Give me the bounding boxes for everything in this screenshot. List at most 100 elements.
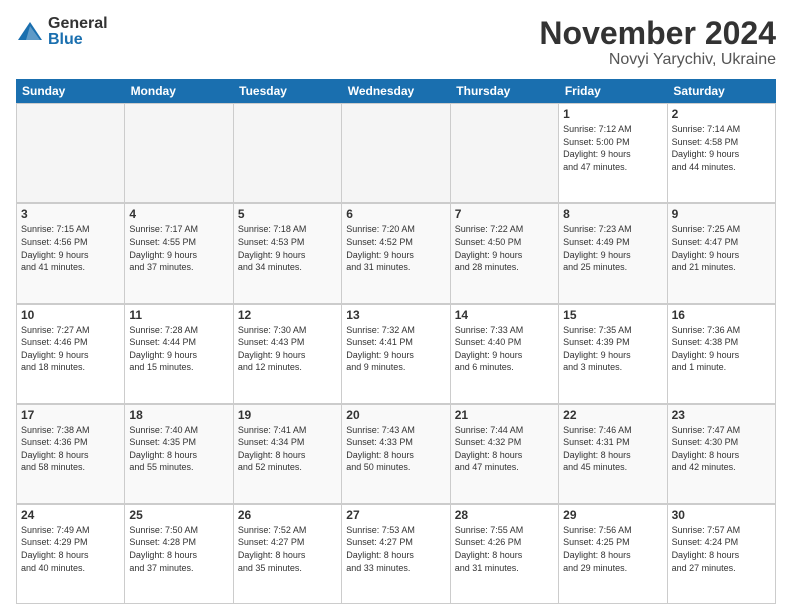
day-info: Sunrise: 7:15 AM Sunset: 4:56 PM Dayligh… bbox=[21, 223, 120, 273]
calendar-header: SundayMondayTuesdayWednesdayThursdayFrid… bbox=[16, 79, 776, 103]
calendar-cell: 3 Sunrise: 7:15 AM Sunset: 4:56 PM Daylig… bbox=[17, 204, 125, 303]
day-info: Sunrise: 7:44 AM Sunset: 4:32 PM Dayligh… bbox=[455, 424, 554, 474]
calendar-cell: 10 Sunrise: 7:27 AM Sunset: 4:46 PM Dayli… bbox=[17, 305, 125, 404]
day-info: Sunrise: 7:56 AM Sunset: 4:25 PM Dayligh… bbox=[563, 524, 662, 574]
logo: General Blue bbox=[16, 16, 108, 48]
calendar-week-4: 17 Sunrise: 7:38 AM Sunset: 4:36 PM Dayli… bbox=[16, 404, 776, 504]
day-number: 28 bbox=[455, 508, 554, 522]
day-number: 1 bbox=[563, 107, 662, 121]
day-info: Sunrise: 7:41 AM Sunset: 4:34 PM Dayligh… bbox=[238, 424, 337, 474]
calendar-cell: 16 Sunrise: 7:36 AM Sunset: 4:38 PM Dayli… bbox=[668, 305, 776, 404]
day-info: Sunrise: 7:28 AM Sunset: 4:44 PM Dayligh… bbox=[129, 324, 228, 374]
day-info: Sunrise: 7:52 AM Sunset: 4:27 PM Dayligh… bbox=[238, 524, 337, 574]
calendar-cell: 14 Sunrise: 7:33 AM Sunset: 4:40 PM Dayli… bbox=[451, 305, 559, 404]
day-number: 12 bbox=[238, 308, 337, 322]
calendar-cell bbox=[125, 104, 233, 203]
day-info: Sunrise: 7:32 AM Sunset: 4:41 PM Dayligh… bbox=[346, 324, 445, 374]
day-number: 18 bbox=[129, 408, 228, 422]
calendar: SundayMondayTuesdayWednesdayThursdayFrid… bbox=[16, 79, 776, 604]
month-title: November 2024 bbox=[539, 16, 776, 51]
calendar-cell: 20Sunrise: 7:43 AM Sunset: 4:33 PM Dayli… bbox=[342, 405, 450, 504]
day-number: 29 bbox=[563, 508, 662, 522]
page: General Blue November 2024 Novyi Yarychi… bbox=[0, 0, 792, 612]
day-info: Sunrise: 7:14 AM Sunset: 4:58 PM Dayligh… bbox=[672, 123, 771, 173]
day-number: 15 bbox=[563, 308, 662, 322]
calendar-header-day-friday: Friday bbox=[559, 79, 668, 103]
calendar-cell: 6Sunrise: 7:20 AM Sunset: 4:52 PM Daylig… bbox=[342, 204, 450, 303]
day-number: 8 bbox=[563, 207, 662, 221]
day-info: Sunrise: 7:40 AM Sunset: 4:35 PM Dayligh… bbox=[129, 424, 228, 474]
logo-blue: Blue bbox=[48, 32, 108, 48]
header: General Blue November 2024 Novyi Yarychi… bbox=[16, 16, 776, 69]
calendar-cell: 18 Sunrise: 7:40 AM Sunset: 4:35 PM Dayli… bbox=[125, 405, 233, 504]
calendar-cell: 24Sunrise: 7:49 AM Sunset: 4:29 PM Dayli… bbox=[17, 505, 125, 604]
calendar-week-1: 1 Sunrise: 7:12 AM Sunset: 5:00 PM Daylig… bbox=[16, 103, 776, 203]
calendar-cell bbox=[342, 104, 450, 203]
calendar-cell: 7Sunrise: 7:22 AM Sunset: 4:50 PM Daylig… bbox=[451, 204, 559, 303]
calendar-cell: 4Sunrise: 7:17 AM Sunset: 4:55 PM Daylig… bbox=[125, 204, 233, 303]
day-number: 9 bbox=[672, 207, 771, 221]
day-number: 2 bbox=[672, 107, 771, 121]
day-info: Sunrise: 7:36 AM Sunset: 4:38 PM Dayligh… bbox=[672, 324, 771, 374]
day-info: Sunrise: 7:27 AM Sunset: 4:46 PM Dayligh… bbox=[21, 324, 120, 374]
day-number: 22 bbox=[563, 408, 662, 422]
day-number: 20 bbox=[346, 408, 445, 422]
day-info: Sunrise: 7:57 AM Sunset: 4:24 PM Dayligh… bbox=[672, 524, 771, 574]
calendar-cell: 23 Sunrise: 7:47 AM Sunset: 4:30 PM Dayli… bbox=[668, 405, 776, 504]
calendar-body: 1 Sunrise: 7:12 AM Sunset: 5:00 PM Daylig… bbox=[16, 103, 776, 604]
day-info: Sunrise: 7:12 AM Sunset: 5:00 PM Dayligh… bbox=[563, 123, 662, 173]
calendar-cell: 28 Sunrise: 7:55 AM Sunset: 4:26 PM Dayli… bbox=[451, 505, 559, 604]
calendar-cell bbox=[17, 104, 125, 203]
calendar-header-day-thursday: Thursday bbox=[450, 79, 559, 103]
calendar-cell bbox=[451, 104, 559, 203]
day-info: Sunrise: 7:47 AM Sunset: 4:30 PM Dayligh… bbox=[672, 424, 771, 474]
day-number: 30 bbox=[672, 508, 771, 522]
calendar-cell: 19 Sunrise: 7:41 AM Sunset: 4:34 PM Dayli… bbox=[234, 405, 342, 504]
calendar-header-day-tuesday: Tuesday bbox=[233, 79, 342, 103]
location-title: Novyi Yarychiv, Ukraine bbox=[539, 51, 776, 69]
calendar-cell: 22 Sunrise: 7:46 AM Sunset: 4:31 PM Dayli… bbox=[559, 405, 667, 504]
day-number: 16 bbox=[672, 308, 771, 322]
day-info: Sunrise: 7:25 AM Sunset: 4:47 PM Dayligh… bbox=[672, 223, 771, 273]
calendar-cell: 13 Sunrise: 7:32 AM Sunset: 4:41 PM Dayli… bbox=[342, 305, 450, 404]
day-number: 13 bbox=[346, 308, 445, 322]
day-info: Sunrise: 7:33 AM Sunset: 4:40 PM Dayligh… bbox=[455, 324, 554, 374]
calendar-week-2: 3 Sunrise: 7:15 AM Sunset: 4:56 PM Daylig… bbox=[16, 203, 776, 303]
logo-text: General Blue bbox=[48, 16, 108, 48]
calendar-cell: 26 Sunrise: 7:52 AM Sunset: 4:27 PM Dayli… bbox=[234, 505, 342, 604]
day-number: 10 bbox=[21, 308, 120, 322]
calendar-cell: 9 Sunrise: 7:25 AM Sunset: 4:47 PM Daylig… bbox=[668, 204, 776, 303]
day-info: Sunrise: 7:53 AM Sunset: 4:27 PM Dayligh… bbox=[346, 524, 445, 574]
day-number: 4 bbox=[129, 207, 228, 221]
day-number: 14 bbox=[455, 308, 554, 322]
calendar-header-day-monday: Monday bbox=[125, 79, 234, 103]
day-info: Sunrise: 7:55 AM Sunset: 4:26 PM Dayligh… bbox=[455, 524, 554, 574]
day-number: 5 bbox=[238, 207, 337, 221]
day-number: 26 bbox=[238, 508, 337, 522]
calendar-cell: 21 Sunrise: 7:44 AM Sunset: 4:32 PM Dayli… bbox=[451, 405, 559, 504]
calendar-week-3: 10 Sunrise: 7:27 AM Sunset: 4:46 PM Dayli… bbox=[16, 304, 776, 404]
day-number: 21 bbox=[455, 408, 554, 422]
day-info: Sunrise: 7:46 AM Sunset: 4:31 PM Dayligh… bbox=[563, 424, 662, 474]
day-info: Sunrise: 7:50 AM Sunset: 4:28 PM Dayligh… bbox=[129, 524, 228, 574]
day-number: 3 bbox=[21, 207, 120, 221]
day-number: 27 bbox=[346, 508, 445, 522]
calendar-cell: 8 Sunrise: 7:23 AM Sunset: 4:49 PM Daylig… bbox=[559, 204, 667, 303]
calendar-cell: 25Sunrise: 7:50 AM Sunset: 4:28 PM Dayli… bbox=[125, 505, 233, 604]
calendar-cell: 17 Sunrise: 7:38 AM Sunset: 4:36 PM Dayli… bbox=[17, 405, 125, 504]
calendar-header-day-sunday: Sunday bbox=[16, 79, 125, 103]
day-info: Sunrise: 7:49 AM Sunset: 4:29 PM Dayligh… bbox=[21, 524, 120, 574]
day-number: 17 bbox=[21, 408, 120, 422]
day-number: 7 bbox=[455, 207, 554, 221]
logo-general: General bbox=[48, 16, 108, 32]
calendar-cell bbox=[234, 104, 342, 203]
day-number: 23 bbox=[672, 408, 771, 422]
calendar-cell: 30 Sunrise: 7:57 AM Sunset: 4:24 PM Dayli… bbox=[668, 505, 776, 604]
day-info: Sunrise: 7:23 AM Sunset: 4:49 PM Dayligh… bbox=[563, 223, 662, 273]
day-info: Sunrise: 7:35 AM Sunset: 4:39 PM Dayligh… bbox=[563, 324, 662, 374]
day-number: 19 bbox=[238, 408, 337, 422]
calendar-cell: 2 Sunrise: 7:14 AM Sunset: 4:58 PM Daylig… bbox=[668, 104, 776, 203]
day-info: Sunrise: 7:38 AM Sunset: 4:36 PM Dayligh… bbox=[21, 424, 120, 474]
day-info: Sunrise: 7:20 AM Sunset: 4:52 PM Dayligh… bbox=[346, 223, 445, 273]
calendar-cell: 27 Sunrise: 7:53 AM Sunset: 4:27 PM Dayli… bbox=[342, 505, 450, 604]
